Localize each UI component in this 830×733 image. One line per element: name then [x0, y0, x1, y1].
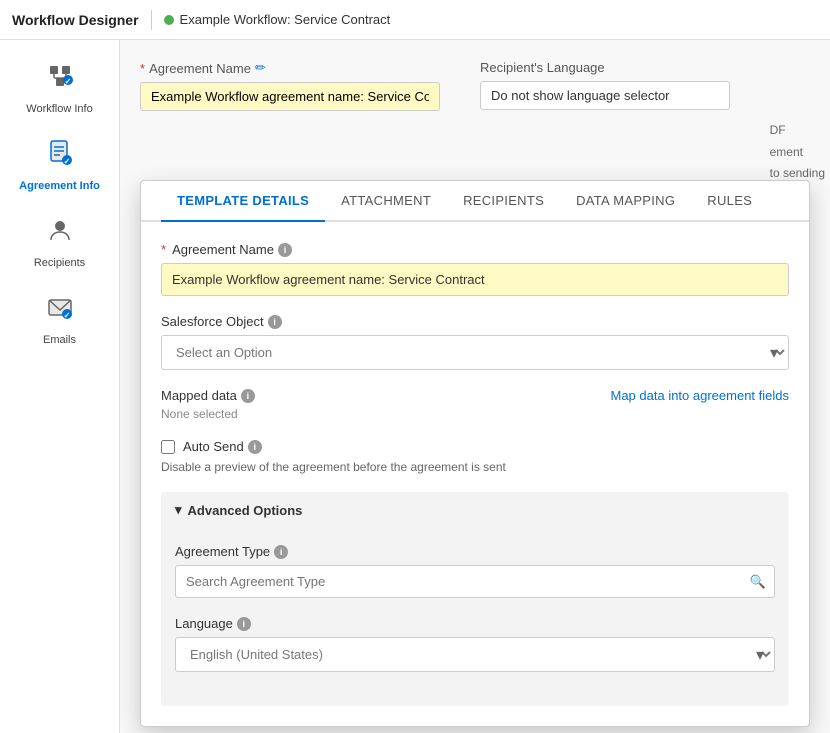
workflow-name: Example Workflow: Service Contract — [180, 12, 391, 27]
salesforce-object-section: Salesforce Object i Select an Option — [161, 314, 789, 370]
mapped-data-row: Mapped data i Map data into agreement fi… — [161, 388, 789, 403]
advanced-options-body: Agreement Type i Language i — [161, 528, 789, 706]
auto-send-description: Disable a preview of the agreement befor… — [161, 460, 789, 474]
app-title: Workflow Designer — [12, 12, 139, 28]
mapped-data-label: Mapped data i — [161, 388, 255, 403]
sidebar-item-agreement-info[interactable]: ✓ Agreement Info — [0, 127, 119, 204]
agreement-name-label: * Agreement Name ✏ — [140, 60, 440, 76]
sidebar-label-agreement-info: Agreement Info — [19, 180, 100, 192]
agreement-name-info-icon[interactable]: i — [278, 243, 292, 257]
salesforce-object-info-icon[interactable]: i — [268, 315, 282, 329]
edit-icon[interactable]: ✏ — [255, 60, 266, 76]
workflow-info-icon: ✓ — [46, 62, 74, 97]
chevron-down-icon: ▾ — [175, 502, 182, 518]
map-data-link[interactable]: Map data into agreement fields — [611, 388, 790, 403]
status-dot — [164, 15, 174, 25]
advanced-options-header[interactable]: ▾ Advanced Options — [161, 492, 789, 528]
auto-send-checkbox[interactable] — [161, 440, 175, 454]
agreement-type-search-wrapper[interactable] — [175, 565, 775, 598]
advanced-options-label: Advanced Options — [188, 503, 303, 518]
required-marker: * — [140, 61, 145, 76]
sidebar-item-workflow-info[interactable]: ✓ Workflow Info — [0, 50, 119, 127]
sidebar-label-emails: Emails — [43, 334, 76, 346]
advanced-options-section: ▾ Advanced Options Agreement Type i — [161, 492, 789, 706]
agreement-name-section: * Agreement Name i — [161, 242, 789, 296]
auto-send-row: Auto Send i — [161, 439, 789, 454]
language-select-wrapper[interactable]: English (United States) — [175, 637, 775, 672]
content-area: * Agreement Name ✏ Recipient's Language … — [120, 40, 830, 733]
tab-rules[interactable]: RULES — [691, 181, 768, 222]
agreement-name-field[interactable] — [161, 263, 789, 296]
agreement-type-search-input[interactable] — [176, 566, 774, 597]
sidebar: ✓ Workflow Info ✓ Agreement Info — [0, 40, 120, 733]
auto-send-info-icon[interactable]: i — [248, 440, 262, 454]
tab-attachment[interactable]: ATTACHMENT — [325, 181, 447, 222]
language-section: Language i English (United States) — [175, 616, 775, 672]
recipients-language-input[interactable] — [480, 81, 730, 110]
mapped-data-section: Mapped data i Map data into agreement fi… — [161, 388, 789, 421]
agreement-info-icon: ✓ — [46, 139, 74, 174]
agreement-type-section: Agreement Type i — [175, 544, 775, 598]
salesforce-object-label: Salesforce Object i — [161, 314, 789, 329]
auto-send-label: Auto Send i — [183, 439, 262, 454]
agreement-type-label: Agreement Type i — [175, 544, 775, 559]
recipients-icon — [46, 216, 74, 251]
modal-dialog: TEMPLATE DETAILS ATTACHMENT RECIPIENTS D… — [140, 180, 810, 727]
sidebar-item-emails[interactable]: ✓ Emails — [0, 281, 119, 358]
language-info-icon[interactable]: i — [237, 617, 251, 631]
svg-text:✓: ✓ — [64, 77, 71, 86]
modal-content: * Agreement Name i Salesforce Object i S… — [141, 222, 809, 726]
recipients-language-label: Recipient's Language — [480, 60, 730, 75]
agreement-name-form-label: * Agreement Name i — [161, 242, 789, 257]
required-star: * — [161, 242, 166, 257]
agreement-type-info-icon[interactable]: i — [274, 545, 288, 559]
top-bar: Workflow Designer Example Workflow: Serv… — [0, 0, 830, 40]
main-layout: ✓ Workflow Info ✓ Agreement Info — [0, 40, 830, 733]
tab-bar: TEMPLATE DETAILS ATTACHMENT RECIPIENTS D… — [141, 181, 809, 222]
agreement-name-input[interactable] — [140, 82, 440, 111]
tab-template-details[interactable]: TEMPLATE DETAILS — [161, 181, 325, 222]
divider — [151, 10, 152, 30]
svg-text:✓: ✓ — [63, 157, 70, 166]
auto-send-section: Auto Send i Disable a preview of the agr… — [161, 439, 789, 474]
mapped-data-info-icon[interactable]: i — [241, 389, 255, 403]
sidebar-label-workflow-info: Workflow Info — [26, 103, 92, 115]
sidebar-item-recipients[interactable]: Recipients — [0, 204, 119, 281]
language-label: Language i — [175, 616, 775, 631]
tab-recipients[interactable]: RECIPIENTS — [447, 181, 560, 222]
salesforce-object-select-wrapper[interactable]: Select an Option — [161, 335, 789, 370]
tab-data-mapping[interactable]: DATA MAPPING — [560, 181, 691, 222]
language-select[interactable]: English (United States) — [176, 638, 774, 671]
none-selected-text: None selected — [161, 407, 789, 421]
agreement-header: * Agreement Name ✏ Recipient's Language — [140, 60, 810, 111]
side-text: DF ement to sending — [770, 120, 825, 185]
recipients-language-group: Recipient's Language — [480, 60, 730, 111]
salesforce-object-select[interactable]: Select an Option — [162, 336, 788, 369]
workflow-status: Example Workflow: Service Contract — [164, 12, 391, 27]
sidebar-label-recipients: Recipients — [34, 257, 85, 269]
emails-icon: ✓ — [46, 293, 74, 328]
agreement-name-group: * Agreement Name ✏ — [140, 60, 440, 111]
svg-text:✓: ✓ — [63, 311, 70, 320]
